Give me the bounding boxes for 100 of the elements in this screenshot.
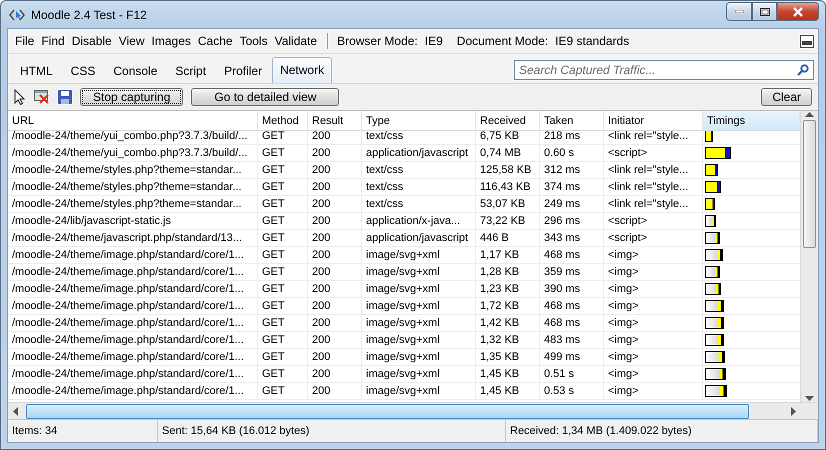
- table-cell: /moodle-24/theme/image.php/standard/core/1...: [8, 383, 258, 400]
- mode-label[interactable]: Document Mode:: [454, 34, 552, 48]
- mode-label[interactable]: Browser Mode:: [334, 34, 421, 48]
- table-cell: application/javascript: [362, 145, 476, 162]
- column-header[interactable]: Taken: [540, 111, 604, 131]
- tab[interactable]: Console: [105, 59, 166, 83]
- column-header[interactable]: Result: [308, 111, 362, 131]
- scrollbar-thumb[interactable]: [803, 120, 816, 248]
- table-cell: <img>: [604, 383, 703, 400]
- table-cell: 200: [308, 281, 362, 298]
- table-cell: 73,22 KB: [476, 213, 540, 230]
- table-cell: 125,58 KB: [476, 162, 540, 179]
- clear-cache-icon[interactable]: [34, 90, 50, 104]
- table-cell: /moodle-24/theme/yui_combo.php?3.7.3/build/...: [8, 128, 258, 145]
- app-icon: [9, 8, 25, 22]
- table-cell: 200: [308, 145, 362, 162]
- table-cell: /moodle-24/theme/image.php/standard/core/1...: [8, 332, 258, 349]
- menu-item[interactable]: View: [116, 34, 148, 48]
- table-cell: 0.53 s: [540, 383, 604, 400]
- tab[interactable]: Script: [167, 59, 214, 83]
- table-cell: <img>: [604, 281, 703, 298]
- table-cell: 468 ms: [540, 298, 604, 315]
- minimize-button[interactable]: [726, 2, 752, 21]
- table-cell: 343 ms: [540, 230, 604, 247]
- table-cell: 0,74 MB: [476, 145, 540, 162]
- close-button[interactable]: [777, 2, 819, 21]
- table-cell: 374 ms: [540, 179, 604, 196]
- table-cell: /moodle-24/theme/javascript.php/standard/13...: [8, 230, 258, 247]
- table-cell: image/svg+xml: [362, 349, 476, 366]
- table-cell: 1,35 KB: [476, 349, 540, 366]
- dock-icon[interactable]: [800, 34, 814, 48]
- menu-item[interactable]: File: [12, 34, 38, 48]
- table-cell: 116,43 KB: [476, 179, 540, 196]
- table-cell: 200: [308, 349, 362, 366]
- table-cell: <img>: [604, 315, 703, 332]
- menu-item[interactable]: Disable: [68, 34, 115, 48]
- table-cell: GET: [258, 383, 308, 400]
- table-cell: GET: [258, 230, 308, 247]
- table-cell: GET: [258, 281, 308, 298]
- column-header[interactable]: Timings: [703, 111, 800, 131]
- status-text: Received: 1,34 MB (1.409.022 bytes): [506, 420, 818, 442]
- table-cell: <img>: [604, 366, 703, 383]
- table-cell: 200: [308, 196, 362, 213]
- save-icon[interactable]: [58, 90, 72, 104]
- table-cell: text/css: [362, 162, 476, 179]
- table-cell: GET: [258, 298, 308, 315]
- table-cell: /moodle-24/lib/javascript-static.js: [8, 213, 258, 230]
- table-cell: text/css: [362, 128, 476, 145]
- status-text: Sent: 15,64 KB (16.012 bytes): [158, 420, 506, 442]
- maximize-button[interactable]: [752, 2, 777, 21]
- table-cell: GET: [258, 128, 308, 145]
- table-cell: 1,42 KB: [476, 315, 540, 332]
- scrollbar-thumb[interactable]: [26, 404, 749, 418]
- table-cell: <img>: [604, 264, 703, 281]
- table-cell: /moodle-24/theme/styles.php?theme=standar...: [8, 196, 258, 213]
- menu-item[interactable]: Find: [38, 34, 68, 48]
- toolbar-button[interactable]: Stop capturing: [80, 88, 184, 106]
- table-cell: 200: [308, 247, 362, 264]
- table-cell: GET: [258, 349, 308, 366]
- tab[interactable]: CSS: [62, 59, 104, 83]
- table-cell: /moodle-24/theme/image.php/standard/core/1...: [8, 247, 258, 264]
- menu-item[interactable]: Validate: [272, 34, 320, 48]
- table-cell: 468 ms: [540, 247, 604, 264]
- table-cell: text/css: [362, 179, 476, 196]
- table-cell: 249 ms: [540, 196, 604, 213]
- column-header[interactable]: Method: [258, 111, 308, 131]
- table-cell: 312 ms: [540, 162, 604, 179]
- table-cell: 200: [308, 128, 362, 145]
- table-cell: 468 ms: [540, 315, 604, 332]
- tab[interactable]: HTML: [12, 59, 61, 83]
- column-header[interactable]: Received: [476, 111, 540, 131]
- table-cell: 6,75 KB: [476, 128, 540, 145]
- search-field[interactable]: Search Captured Traffic...: [514, 60, 814, 80]
- menu-item[interactable]: Cache: [194, 34, 236, 48]
- column-header[interactable]: Initiator: [604, 111, 703, 131]
- table-cell: GET: [258, 213, 308, 230]
- table-cell: 218 ms: [540, 128, 604, 145]
- table-cell: <link rel="style...: [604, 179, 703, 196]
- cursor-icon[interactable]: [14, 89, 26, 105]
- table-cell: image/svg+xml: [362, 383, 476, 400]
- close-icon: [792, 6, 804, 16]
- tab[interactable]: Network: [272, 57, 332, 83]
- table-cell: 200: [308, 315, 362, 332]
- table-cell: <script>: [604, 145, 703, 162]
- clear-button[interactable]: Clear: [761, 88, 812, 106]
- toolbar-button[interactable]: Go to detailed view: [191, 88, 340, 106]
- search-icon[interactable]: [797, 64, 809, 76]
- tab[interactable]: Profiler: [216, 59, 270, 83]
- table-cell: 390 ms: [540, 281, 604, 298]
- table-cell: 200: [308, 230, 362, 247]
- table-cell: GET: [258, 247, 308, 264]
- menu-item[interactable]: Tools: [236, 34, 271, 48]
- table-cell: 200: [308, 179, 362, 196]
- table-cell: <script>: [604, 213, 703, 230]
- column-header[interactable]: URL: [8, 111, 258, 131]
- table-cell: <img>: [604, 349, 703, 366]
- column-header[interactable]: Type: [362, 111, 476, 131]
- menu-item[interactable]: Images: [148, 34, 194, 48]
- table-cell: GET: [258, 196, 308, 213]
- table-cell: /moodle-24/theme/image.php/standard/core/1...: [8, 281, 258, 298]
